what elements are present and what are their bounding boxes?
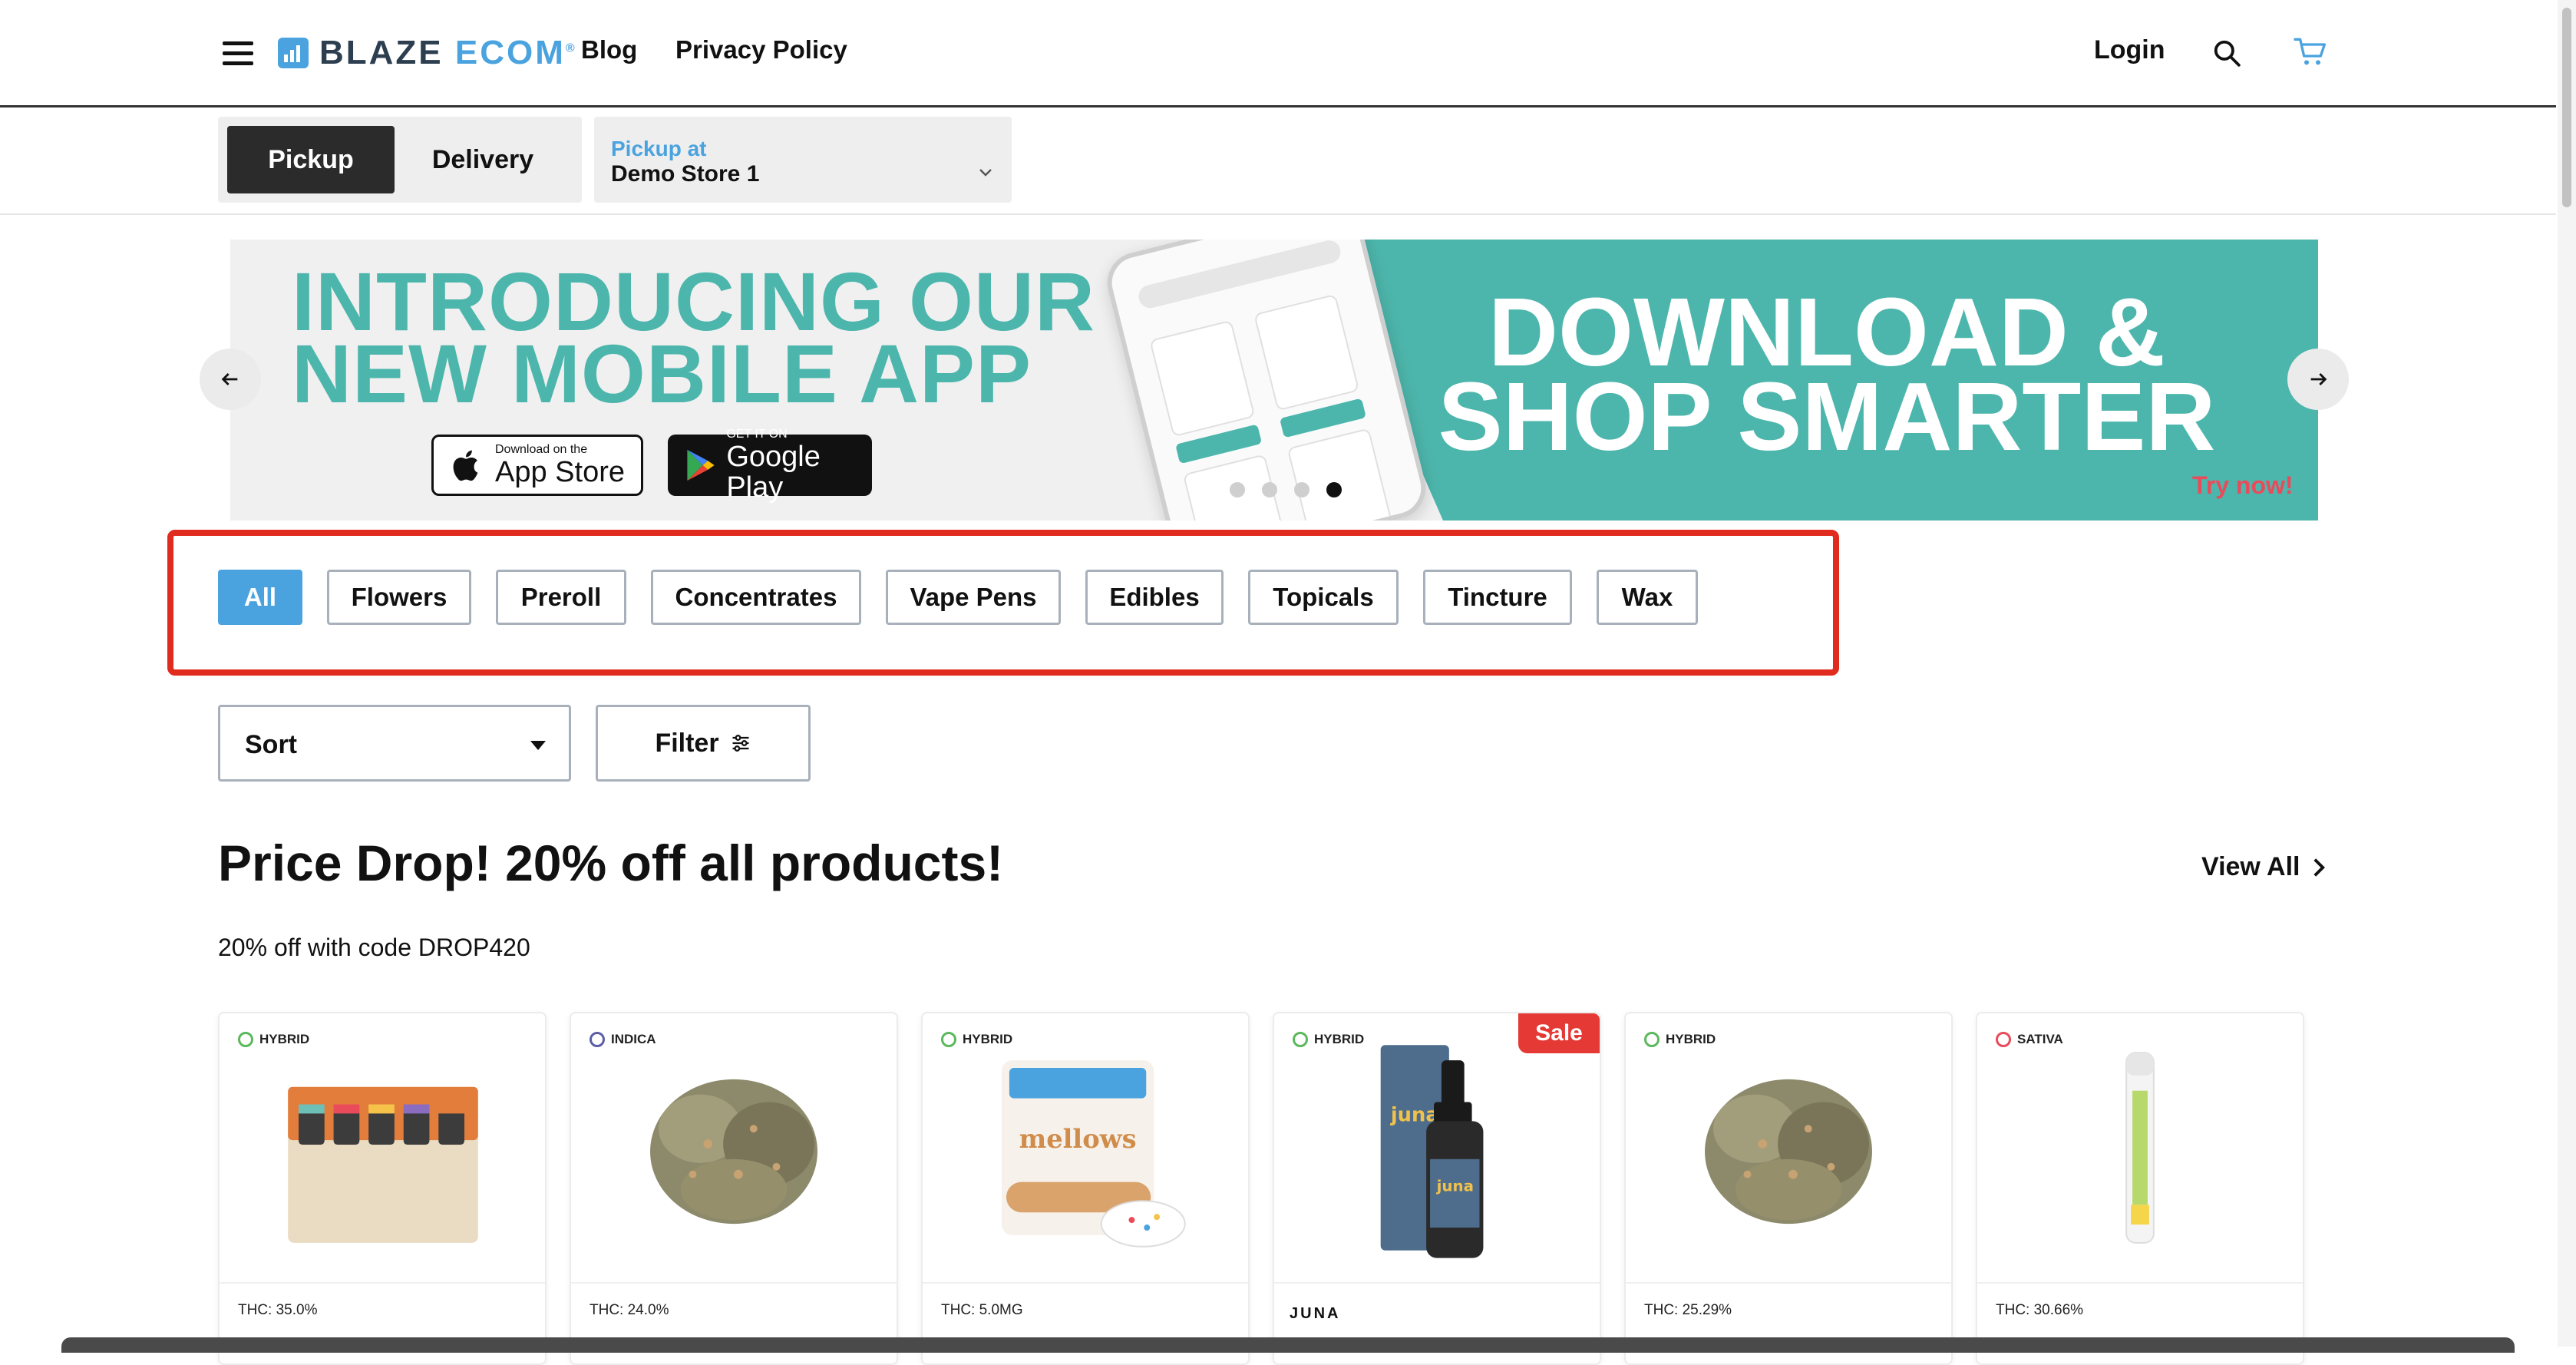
category-topicals[interactable]: Topicals (1248, 570, 1399, 625)
cart-icon[interactable] (2294, 37, 2327, 68)
svg-text:mellows: mellows (1019, 1123, 1137, 1154)
section-title: Price Drop! 20% off all products! (218, 835, 1004, 891)
brand-name: JUNA (1290, 1305, 1341, 1322)
hybrid-icon (1293, 1032, 1308, 1047)
nav-privacy-link[interactable]: Privacy Policy (675, 35, 847, 64)
strain-badge: HYBRID (1644, 1032, 1716, 1047)
sliders-icon (732, 735, 749, 752)
strain-badge: HYBRID (238, 1032, 309, 1047)
view-all-label: View All (2201, 852, 2300, 881)
category-wax[interactable]: Wax (1597, 570, 1698, 625)
carousel-dot-active[interactable] (1326, 482, 1342, 497)
product-card[interactable]: HYBRID THC: 35.0% (218, 1012, 547, 1365)
category-tincture[interactable]: Tincture (1423, 570, 1572, 625)
delivery-button[interactable]: Delivery (399, 126, 566, 193)
section-subtitle: 20% off with code DROP420 (218, 934, 530, 961)
product-card[interactable]: INDICA THC: 24.0% (570, 1012, 898, 1365)
logo[interactable]: BLAZE ECOM® (278, 34, 577, 72)
try-now-text: Try now! (2192, 471, 2294, 499)
order-mode-toggle: Pickup Delivery (218, 117, 582, 203)
hybrid-icon (238, 1032, 253, 1047)
banner-headline: INTRODUCING OUR NEW MOBILE APP (292, 255, 1095, 420)
product-card[interactable]: HYBRID THC: 25.29% (1624, 1012, 1953, 1365)
top-header: BLAZE ECOM® Blog Privacy Policy Login (0, 0, 2556, 107)
thc-value: THC: 24.0% (590, 1302, 669, 1318)
view-all-link[interactable]: View All (2201, 852, 2327, 882)
banner-cta-headline: DOWNLOAD & SHOP SMARTER (1438, 278, 2216, 471)
carousel-dot[interactable] (1262, 482, 1277, 497)
filter-label: Filter (655, 728, 719, 758)
store-selector-value: Demo Store 1 (611, 161, 760, 187)
sale-badge: Sale (1518, 1013, 1600, 1053)
apple-icon (453, 450, 478, 481)
indica-icon (590, 1032, 605, 1047)
strain-badge: INDICA (590, 1032, 656, 1047)
sort-dropdown[interactable]: Sort (218, 705, 571, 782)
carousel-next-button[interactable] (2287, 349, 2349, 410)
thc-value: THC: 25.29% (1644, 1302, 1732, 1318)
chevron-right-icon (2313, 858, 2325, 877)
google-play-badge[interactable]: GET IT ON Google Play (668, 428, 872, 503)
arrow-right-icon (2310, 373, 2327, 385)
category-all[interactable]: All (218, 570, 302, 625)
chevron-down-icon (979, 169, 992, 177)
caret-down-icon (530, 741, 546, 750)
nav-blog-link[interactable]: Blog (581, 35, 637, 64)
category-concentrates[interactable]: Concentrates (651, 570, 861, 625)
svg-text:juna: juna (1436, 1177, 1474, 1195)
logo-text: BLAZE ECOM® (319, 34, 577, 71)
category-vape-pens[interactable]: Vape Pens (886, 570, 1061, 625)
store-selector[interactable]: Pickup at Demo Store 1 (594, 117, 1012, 203)
pickup-button[interactable]: Pickup (227, 126, 395, 193)
product-image-flower (650, 1079, 817, 1225)
google-play-icon (687, 449, 715, 481)
divider (0, 213, 2556, 215)
hybrid-icon (1644, 1032, 1660, 1047)
app-store-badge[interactable]: Download on the App Store (431, 435, 643, 496)
carousel-dots (1230, 482, 1342, 497)
carousel-dot[interactable] (1230, 482, 1245, 497)
search-icon[interactable] (2212, 38, 2241, 68)
product-card[interactable]: SATIVA THC: 30.66% (1976, 1012, 2304, 1365)
category-edibles[interactable]: Edibles (1085, 570, 1224, 625)
thc-value: THC: 35.0% (238, 1302, 318, 1318)
arrow-left-icon (221, 373, 238, 385)
scrollbar-thumb[interactable] (2562, 8, 2571, 207)
product-card[interactable]: mellows HYBRID THC: 5.0MG (921, 1012, 1250, 1365)
product-image-preroll-tube (2125, 1052, 2155, 1244)
sort-label: Sort (245, 730, 297, 759)
strain-badge: HYBRID (941, 1032, 1012, 1047)
strain-badge: SATIVA (1996, 1032, 2063, 1047)
carousel-dot[interactable] (1294, 482, 1309, 497)
logo-mark-icon (278, 38, 309, 68)
scrollbar[interactable] (2558, 0, 2576, 1347)
product-image-edible-pouch: mellows (1002, 1060, 1186, 1248)
sativa-icon (1996, 1032, 2011, 1047)
thc-value: THC: 30.66% (1996, 1302, 2084, 1318)
store-selector-label: Pickup at (611, 137, 707, 160)
strain-badge: HYBRID (1293, 1032, 1364, 1047)
filter-button[interactable]: Filter (596, 705, 811, 782)
bottom-overlay-bar (61, 1337, 2515, 1353)
login-link[interactable]: Login (2094, 35, 2165, 65)
category-preroll[interactable]: Preroll (496, 570, 626, 625)
hybrid-icon (941, 1032, 956, 1047)
product-image-flower (1705, 1079, 1872, 1225)
product-image-tincture: juna juna (1380, 1045, 1484, 1258)
thc-value: THC: 5.0MG (941, 1302, 1023, 1318)
product-image-gift-box (288, 1086, 478, 1243)
carousel-prev-button[interactable] (200, 349, 261, 410)
category-flowers[interactable]: Flowers (327, 570, 471, 625)
product-card[interactable]: juna juna Sale HYBRID JUNA (1273, 1012, 1601, 1365)
menu-icon[interactable] (223, 41, 253, 66)
promo-banner[interactable]: INTRODUCING OUR NEW MOBILE APP Download … (230, 240, 2318, 521)
